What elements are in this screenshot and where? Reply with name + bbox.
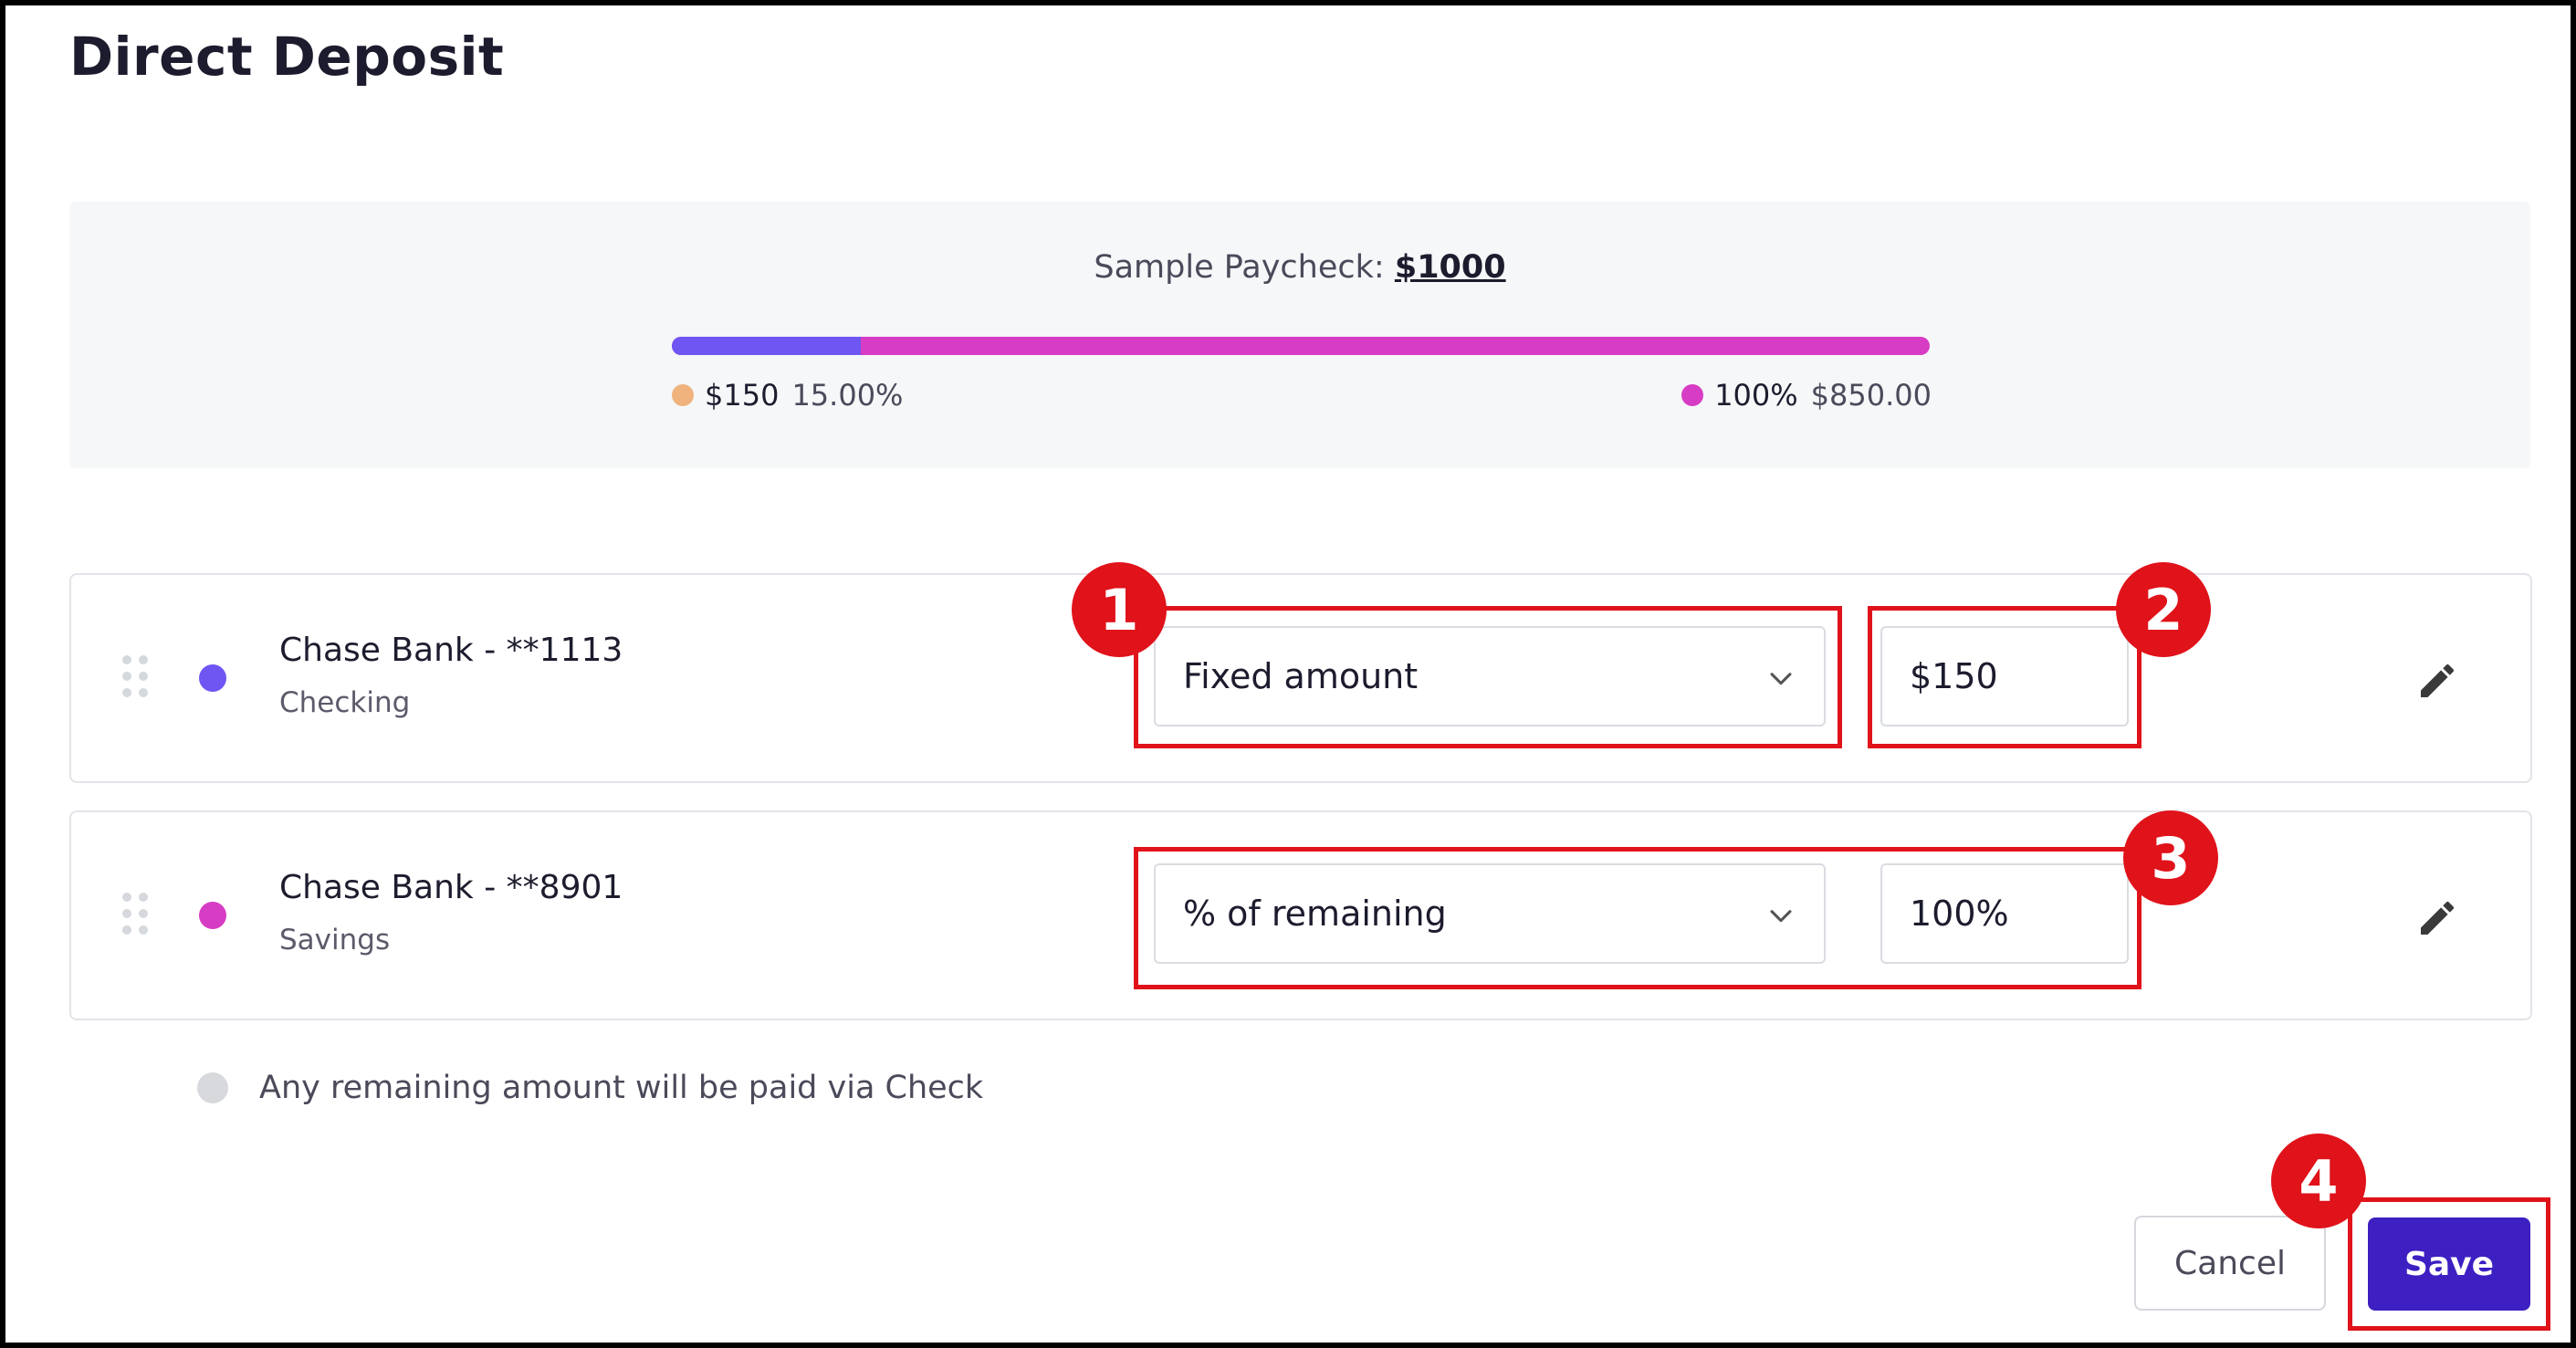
account-color-dot <box>199 902 226 929</box>
legend-amount: $850.00 <box>1810 378 1932 413</box>
allocation-bar-checking-segment <box>672 337 861 355</box>
account-type: Savings <box>279 924 391 956</box>
remaining-note-text: Any remaining amount will be paid via Ch… <box>259 1070 984 1106</box>
allocation-amount-input[interactable]: $150 <box>1880 626 2129 726</box>
account-name: Chase Bank - **8901 <box>279 869 623 906</box>
chevron-down-icon <box>1770 910 1792 923</box>
pencil-icon[interactable] <box>2415 896 2459 940</box>
legend-savings: 100% $850.00 <box>1681 378 1932 413</box>
allocation-type-select[interactable]: Fixed amount <box>1154 626 1826 726</box>
chevron-down-icon <box>1770 673 1792 685</box>
legend-dot <box>1681 384 1704 406</box>
step-badge-2: 2 <box>2116 562 2211 657</box>
allocation-percent-value: 100% <box>1910 893 2009 934</box>
legend-percent: 15.00% <box>791 378 904 413</box>
allocation-percent-input[interactable]: 100% <box>1880 863 2129 964</box>
legend-percent: 100% <box>1714 378 1798 413</box>
cancel-button[interactable]: Cancel <box>2134 1216 2326 1311</box>
account-name: Chase Bank - **1113 <box>279 632 623 669</box>
save-button[interactable]: Save <box>2368 1217 2530 1311</box>
allocation-type-value: Fixed amount <box>1183 656 1419 696</box>
page-title: Direct Deposit <box>69 26 505 88</box>
sample-paycheck-label: Sample Paycheck: <box>1094 249 1385 286</box>
pencil-icon[interactable] <box>2415 659 2459 703</box>
legend-dot <box>672 384 694 406</box>
drag-handle-icon[interactable] <box>122 893 148 936</box>
allocation-amount-value: $150 <box>1910 656 1998 696</box>
drag-handle-icon[interactable] <box>122 655 148 699</box>
step-badge-1: 1 <box>1072 562 1167 657</box>
remaining-check-note: Any remaining amount will be paid via Ch… <box>197 1070 983 1106</box>
check-dot <box>197 1072 228 1103</box>
step-badge-4: 4 <box>2271 1134 2366 1228</box>
sample-paycheck-amount[interactable]: $1000 <box>1395 249 1506 286</box>
paycheck-summary: Sample Paycheck: $1000 $150 15.00% 100% … <box>69 202 2530 468</box>
allocation-type-value: % of remaining <box>1183 893 1447 934</box>
allocation-type-select[interactable]: % of remaining <box>1154 863 1826 964</box>
account-color-dot <box>199 664 226 692</box>
app-window: Direct Deposit Sample Paycheck: $1000 $1… <box>0 0 2576 1348</box>
legend-amount: $150 <box>705 378 780 413</box>
account-type: Checking <box>279 686 411 719</box>
sample-paycheck: Sample Paycheck: $1000 <box>69 249 2530 286</box>
legend-checking: $150 15.00% <box>672 378 903 413</box>
step-badge-3: 3 <box>2123 810 2218 905</box>
allocation-bar <box>672 337 1930 355</box>
